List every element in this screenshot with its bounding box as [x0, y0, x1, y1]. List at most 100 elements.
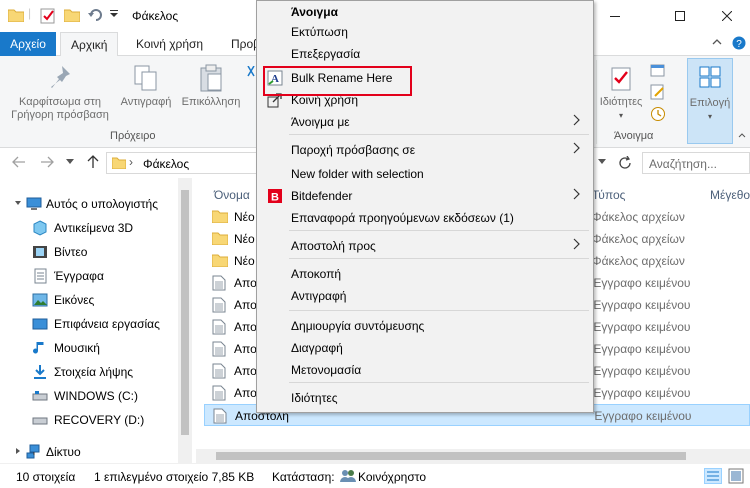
tab-share[interactable]: Κοινή χρήση [126, 32, 213, 56]
large-icons-view-icon[interactable] [728, 468, 744, 484]
new-folder-icon[interactable] [64, 8, 80, 24]
nav-item-recovery-drive[interactable]: RECOVERY (D:) [0, 408, 178, 432]
bitdefender-icon: B [267, 188, 283, 204]
menu-item-label: New folder with selection [291, 167, 424, 181]
edit-icon[interactable] [650, 84, 666, 100]
breadcrumb-chevron-icon[interactable]: › [129, 155, 133, 169]
menu-item[interactable]: Διαγραφή [259, 337, 591, 359]
undo-icon[interactable] [88, 8, 104, 24]
menu-item[interactable]: Επαναφορά προηγούμενων εκδόσεων (1) [259, 207, 591, 229]
file-type: Έγγραφο κειμένου [592, 298, 691, 312]
recent-dropdown-icon[interactable] [66, 159, 74, 165]
menu-item[interactable]: Αποκοπή [259, 263, 591, 285]
ribbon-collapse-icon[interactable] [738, 132, 746, 140]
text-file-icon [212, 363, 226, 379]
nav-label: Εικόνες [54, 293, 95, 307]
up-arrow-icon[interactable] [86, 155, 100, 169]
properties-button[interactable]: Ιδιότητες ▾ [596, 64, 646, 122]
maximize-icon[interactable] [657, 0, 703, 32]
paste-button[interactable]: Επικόλληση [178, 64, 244, 109]
open-group-label: Άνοιγμα [614, 130, 654, 142]
nav-label: Αυτός ο υπολογιστής [46, 197, 158, 211]
menu-item[interactable]: B Bitdefender [259, 185, 591, 207]
submenu-arrow-icon [573, 142, 581, 154]
expand-chevron-icon[interactable] [14, 199, 22, 207]
nav-label: WINDOWS (C:) [54, 389, 138, 403]
drive-icon [32, 412, 48, 428]
menu-item-label: Παροχή πρόσβασης σε [291, 143, 416, 157]
column-header-type[interactable]: Τύπος [592, 188, 625, 202]
close-icon[interactable] [704, 0, 750, 32]
details-view-icon[interactable] [704, 468, 722, 484]
menu-item[interactable]: Δημιουργία συντόμευσης [259, 315, 591, 337]
properties-icon [609, 64, 633, 92]
folder-icon [212, 253, 228, 269]
folder-icon [112, 157, 126, 169]
nav-item-pictures[interactable]: Εικόνες [0, 288, 178, 312]
address-bar[interactable]: › Φάκελος [106, 152, 258, 174]
qat-dropdown-icon[interactable] [110, 10, 118, 26]
paste-label: Επικόλληση [181, 96, 241, 108]
scrollbar-thumb[interactable] [216, 452, 686, 460]
help-icon[interactable]: ? [732, 36, 746, 50]
nav-label: Επιφάνεια εργασίας [54, 317, 160, 331]
tab-home[interactable]: Αρχική [60, 32, 119, 57]
documents-icon [32, 268, 48, 284]
copy-icon [133, 64, 159, 92]
file-type: Φάκελος αρχείων [592, 210, 685, 224]
select-button[interactable]: Επιλογή ▾ [687, 58, 733, 144]
back-arrow-icon[interactable] [12, 155, 26, 169]
pin-quick-access-button[interactable]: Καρφίτσωμα στη Γρήγορη πρόσβαση [6, 64, 114, 122]
nav-scrollbar[interactable] [178, 178, 192, 463]
menu-item-label: Αποκοπή [291, 267, 342, 281]
tab-file[interactable]: Αρχείο [0, 32, 56, 56]
menu-item[interactable]: Αντιγραφή [259, 285, 591, 307]
scrollbar-thumb[interactable] [181, 190, 189, 435]
column-header-name[interactable]: Όνομα [214, 188, 250, 202]
open-icon[interactable] [650, 62, 666, 78]
minimize-icon[interactable] [592, 0, 638, 32]
address-dropdown-icon[interactable] [598, 159, 606, 165]
history-icon[interactable] [650, 106, 666, 122]
menu-item-label: Bitdefender [291, 189, 353, 203]
nav-item-videos[interactable]: Βίντεο [0, 240, 178, 264]
select-dropdown-icon[interactable]: ▾ [688, 110, 732, 123]
menu-item[interactable]: Άνοιγμα με [259, 111, 591, 133]
column-header-size[interactable]: Μέγεθο [710, 188, 750, 202]
menu-item[interactable]: Παροχή πρόσβασης σε [259, 139, 591, 161]
menu-item[interactable]: Εκτύπωση [259, 21, 591, 43]
text-file-icon [212, 319, 226, 335]
menu-item-label: Άνοιγμα με [291, 115, 350, 129]
downloads-icon [32, 364, 48, 380]
menu-item[interactable]: Μετονομασία [259, 359, 591, 381]
search-input[interactable]: Αναζήτηση... [642, 152, 750, 174]
submenu-arrow-icon [573, 188, 581, 200]
nav-item-windows-drive[interactable]: WINDOWS (C:) [0, 384, 178, 408]
file-name: Νέο [234, 232, 255, 246]
cut-icon[interactable] [246, 66, 256, 80]
menu-item[interactable]: Επεξεργασία [259, 43, 591, 65]
forward-arrow-icon[interactable] [40, 155, 54, 169]
chevron-up-icon[interactable] [712, 37, 722, 47]
menu-item[interactable]: Ιδιότητες [259, 387, 591, 409]
window-title: Φάκελος [132, 9, 179, 23]
menu-item[interactable]: Άνοιγμα [259, 1, 591, 23]
nav-item-desktop[interactable]: Επιφάνεια εργασίας [0, 312, 178, 336]
nav-item-downloads[interactable]: Στοιχεία λήψης [0, 360, 178, 384]
nav-item-documents[interactable]: Έγγραφα [0, 264, 178, 288]
menu-item-label: Αποστολή προς [291, 239, 376, 253]
copy-button[interactable]: Αντιγραφή [116, 64, 176, 109]
nav-item-this-pc[interactable]: Αυτός ο υπολογιστής [0, 192, 178, 216]
horizontal-scrollbar[interactable] [196, 449, 750, 463]
menu-item[interactable]: Αποστολή προς [259, 235, 591, 257]
nav-item-3d-objects[interactable]: Αντικείμενα 3D [0, 216, 178, 240]
file-type: Έγγραφο κειμένου [592, 320, 691, 334]
breadcrumb[interactable]: Φάκελος [143, 157, 189, 171]
refresh-icon[interactable] [618, 156, 632, 170]
menu-item[interactable]: New folder with selection [259, 163, 591, 185]
nav-item-network[interactable]: Δίκτυο [0, 440, 178, 464]
properties-check-icon[interactable] [40, 8, 56, 24]
collapse-chevron-icon[interactable] [14, 447, 22, 455]
nav-item-music[interactable]: Μουσική [0, 336, 178, 360]
properties-dropdown-icon[interactable]: ▾ [596, 109, 646, 122]
